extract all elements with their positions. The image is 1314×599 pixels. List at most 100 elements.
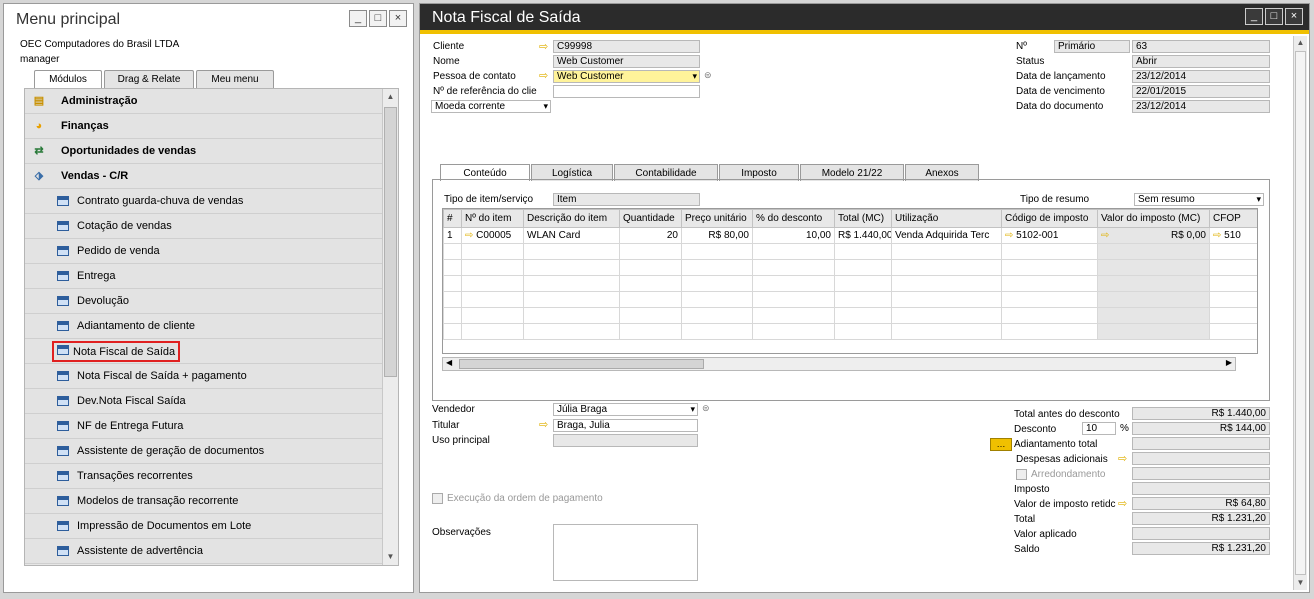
grid-hscrollbar[interactable]: ◀ ▶	[442, 357, 1236, 371]
total-field[interactable]: R$ 1.231,20	[1132, 512, 1270, 525]
table-row[interactable]	[443, 323, 1257, 340]
table-row[interactable]	[443, 307, 1257, 324]
link-arrow-icon[interactable]: ⇨	[1005, 230, 1016, 241]
discount-cell[interactable]: 10,00	[752, 227, 835, 244]
uso-field[interactable]	[553, 434, 698, 447]
link-arrow-icon[interactable]: ⇨	[465, 230, 476, 241]
scroll-down-icon[interactable]: ▼	[383, 549, 398, 565]
titular-field[interactable]: Braga, Julia	[553, 419, 698, 432]
col-header[interactable]: Valor do imposto (MC)	[1097, 209, 1210, 228]
total-cell[interactable]: R$ 1.440,00	[834, 227, 892, 244]
table-row[interactable]	[443, 243, 1257, 260]
util-cell[interactable]: Venda Adquirida Terc	[891, 227, 1002, 244]
menu-item-pedido[interactable]: Pedido de venda	[25, 239, 398, 264]
arredondamento-field[interactable]	[1132, 467, 1270, 480]
menu-item-entrega[interactable]: Entrega	[25, 264, 398, 289]
checkbox-icon[interactable]	[1016, 469, 1027, 480]
cfop-cell[interactable]: ⇨ 510	[1209, 227, 1257, 244]
minimize-icon[interactable]: _	[349, 10, 367, 27]
link-arrow-icon[interactable]: ⇨	[539, 71, 548, 82]
link-arrow-icon[interactable]: ⇨	[1101, 230, 1109, 241]
col-header[interactable]: Quantidade	[619, 209, 682, 228]
venc-field[interactable]: 22/01/2015	[1132, 85, 1270, 98]
more-button[interactable]: …	[990, 438, 1012, 451]
adiantamento-field[interactable]	[1132, 437, 1270, 450]
checkbox-icon[interactable]	[432, 493, 443, 504]
col-header[interactable]: Descrição do item	[523, 209, 620, 228]
desconto-value-field[interactable]: R$ 144,00	[1132, 422, 1270, 435]
table-row[interactable]	[443, 291, 1257, 308]
vendedor-select[interactable]: Júlia Braga	[553, 403, 698, 416]
scroll-up-icon[interactable]: ▲	[383, 89, 398, 105]
scroll-thumb[interactable]	[384, 107, 397, 377]
saldo-field[interactable]: R$ 1.231,20	[1132, 542, 1270, 555]
maximize-icon[interactable]: □	[1265, 8, 1283, 25]
scroll-thumb[interactable]	[1295, 51, 1306, 575]
link-arrow-icon[interactable]: ⇨	[1118, 454, 1127, 465]
menu-item-nf-entrega-futura[interactable]: NF de Entrega Futura	[25, 414, 398, 439]
cliente-field[interactable]: C99998	[553, 40, 700, 53]
maximize-icon[interactable]: □	[369, 10, 387, 27]
document-scrollbar[interactable]: ▲ ▼	[1293, 36, 1307, 590]
desc-cell[interactable]: WLAN Card	[523, 227, 620, 244]
col-header[interactable]: Preço unitário	[681, 209, 753, 228]
observacoes-textarea[interactable]	[553, 524, 698, 581]
link-arrow-icon[interactable]: ⇨	[1118, 499, 1127, 510]
tab-drag-relate[interactable]: Drag & Relate	[104, 70, 194, 89]
table-row[interactable]	[443, 259, 1257, 276]
status-field[interactable]: Abrir	[1132, 55, 1270, 68]
execucao-checkbox[interactable]: Execução da ordem de pagamento	[432, 493, 603, 504]
despesas-field[interactable]	[1132, 452, 1270, 465]
col-header[interactable]: #	[443, 209, 462, 228]
nome-field[interactable]: Web Customer	[553, 55, 700, 68]
details-icon[interactable]: ⊜	[704, 70, 712, 81]
menu-item-devolucao[interactable]: Devolução	[25, 289, 398, 314]
col-header[interactable]: Total (MC)	[834, 209, 892, 228]
scroll-right-icon[interactable]: ▶	[1226, 358, 1232, 367]
desconto-pct-field[interactable]: 10	[1082, 422, 1116, 435]
link-arrow-icon[interactable]: ⇨	[1213, 230, 1224, 241]
col-header[interactable]: Nº do item	[461, 209, 524, 228]
link-arrow-icon[interactable]: ⇨	[539, 42, 548, 53]
module-sales-ar[interactable]: ⬗ Vendas - C/R	[25, 164, 398, 189]
tipo-item-field[interactable]: Item	[553, 193, 700, 206]
menu-item-impressao-lote[interactable]: Impressão de Documentos em Lote	[25, 514, 398, 539]
close-icon[interactable]: ×	[1285, 8, 1303, 25]
scroll-left-icon[interactable]: ◀	[446, 358, 452, 367]
docdate-field[interactable]: 23/12/2014	[1132, 100, 1270, 113]
module-administration[interactable]: ▤ Administração	[25, 89, 398, 114]
menu-item-adiantamento[interactable]: Adiantamento de cliente	[25, 314, 398, 339]
menu-item-nfs-pagamento[interactable]: Nota Fiscal de Saída + pagamento	[25, 364, 398, 389]
moeda-select[interactable]: Moeda corrente	[431, 100, 551, 113]
table-row[interactable]: 1 ⇨ C00005 WLAN Card 20 R$ 80,00 10,00 R…	[443, 227, 1257, 244]
col-header[interactable]: CFOP	[1209, 209, 1257, 228]
menu-item-assistente-advertencia[interactable]: Assistente de advertência	[25, 539, 398, 564]
table-row[interactable]	[443, 275, 1257, 292]
imposto-field[interactable]	[1132, 482, 1270, 495]
tax-code-cell[interactable]: ⇨ 5102-001	[1001, 227, 1098, 244]
module-sales-opportunities[interactable]: ⇄ Oportunidades de vendas	[25, 139, 398, 164]
ref-field[interactable]	[553, 85, 700, 98]
lanc-field[interactable]: 23/12/2014	[1132, 70, 1270, 83]
numero-field[interactable]: 63	[1132, 40, 1270, 53]
tab-my-menu[interactable]: Meu menu	[196, 70, 274, 89]
scroll-down-icon[interactable]: ▼	[1294, 576, 1307, 590]
item-cell[interactable]: ⇨ C00005	[461, 227, 524, 244]
scroll-up-icon[interactable]: ▲	[1294, 36, 1307, 50]
details-icon[interactable]: ⊜	[702, 403, 710, 414]
close-icon[interactable]: ×	[389, 10, 407, 27]
contato-select[interactable]: Web Customer	[553, 70, 700, 83]
module-finance[interactable]: ◕ Finanças	[25, 114, 398, 139]
scroll-thumb[interactable]	[459, 359, 704, 369]
col-header[interactable]: Utilização	[891, 209, 1002, 228]
menu-item-cotacao[interactable]: Cotação de vendas	[25, 214, 398, 239]
menu-item-assistente-geracao[interactable]: Assistente de geração de documentos	[25, 439, 398, 464]
aplicado-field[interactable]	[1132, 527, 1270, 540]
menu-item-transacoes-recorrentes[interactable]: Transações recorrentes	[25, 464, 398, 489]
serie-field[interactable]: Primário	[1054, 40, 1130, 53]
qty-cell[interactable]: 20	[619, 227, 682, 244]
menu-scrollbar[interactable]: ▲ ▼	[382, 89, 398, 565]
tad-field[interactable]: R$ 1.440,00	[1132, 407, 1270, 420]
price-cell[interactable]: R$ 80,00	[681, 227, 753, 244]
minimize-icon[interactable]: _	[1245, 8, 1263, 25]
